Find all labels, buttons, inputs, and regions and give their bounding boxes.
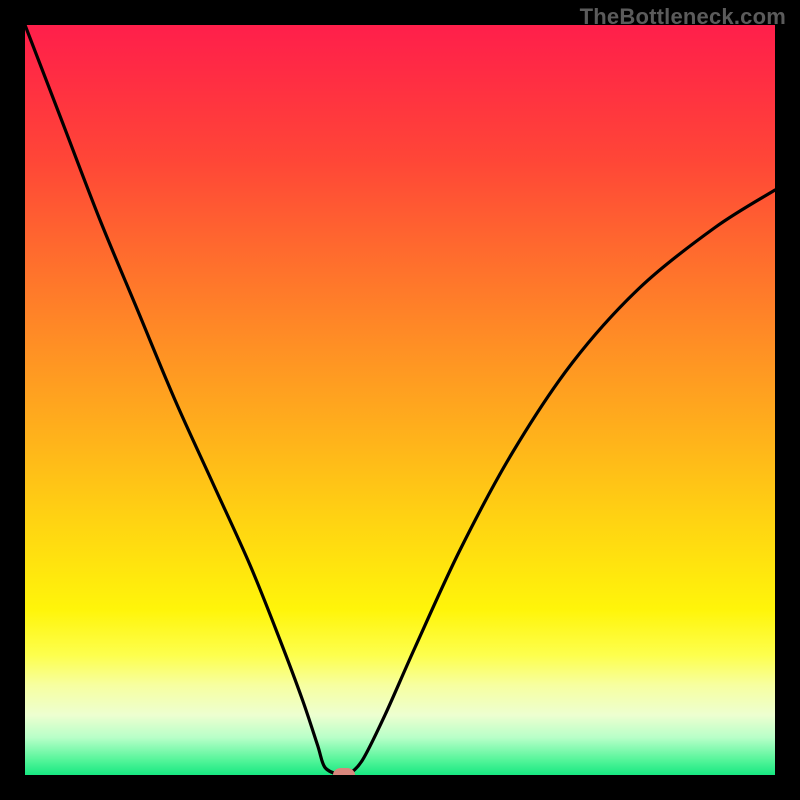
chart-frame: TheBottleneck.com bbox=[0, 0, 800, 800]
optimum-marker bbox=[333, 768, 355, 775]
curve-svg bbox=[25, 25, 775, 775]
watermark-text: TheBottleneck.com bbox=[580, 4, 786, 30]
bottleneck-curve bbox=[25, 25, 775, 775]
plot-area bbox=[25, 25, 775, 775]
